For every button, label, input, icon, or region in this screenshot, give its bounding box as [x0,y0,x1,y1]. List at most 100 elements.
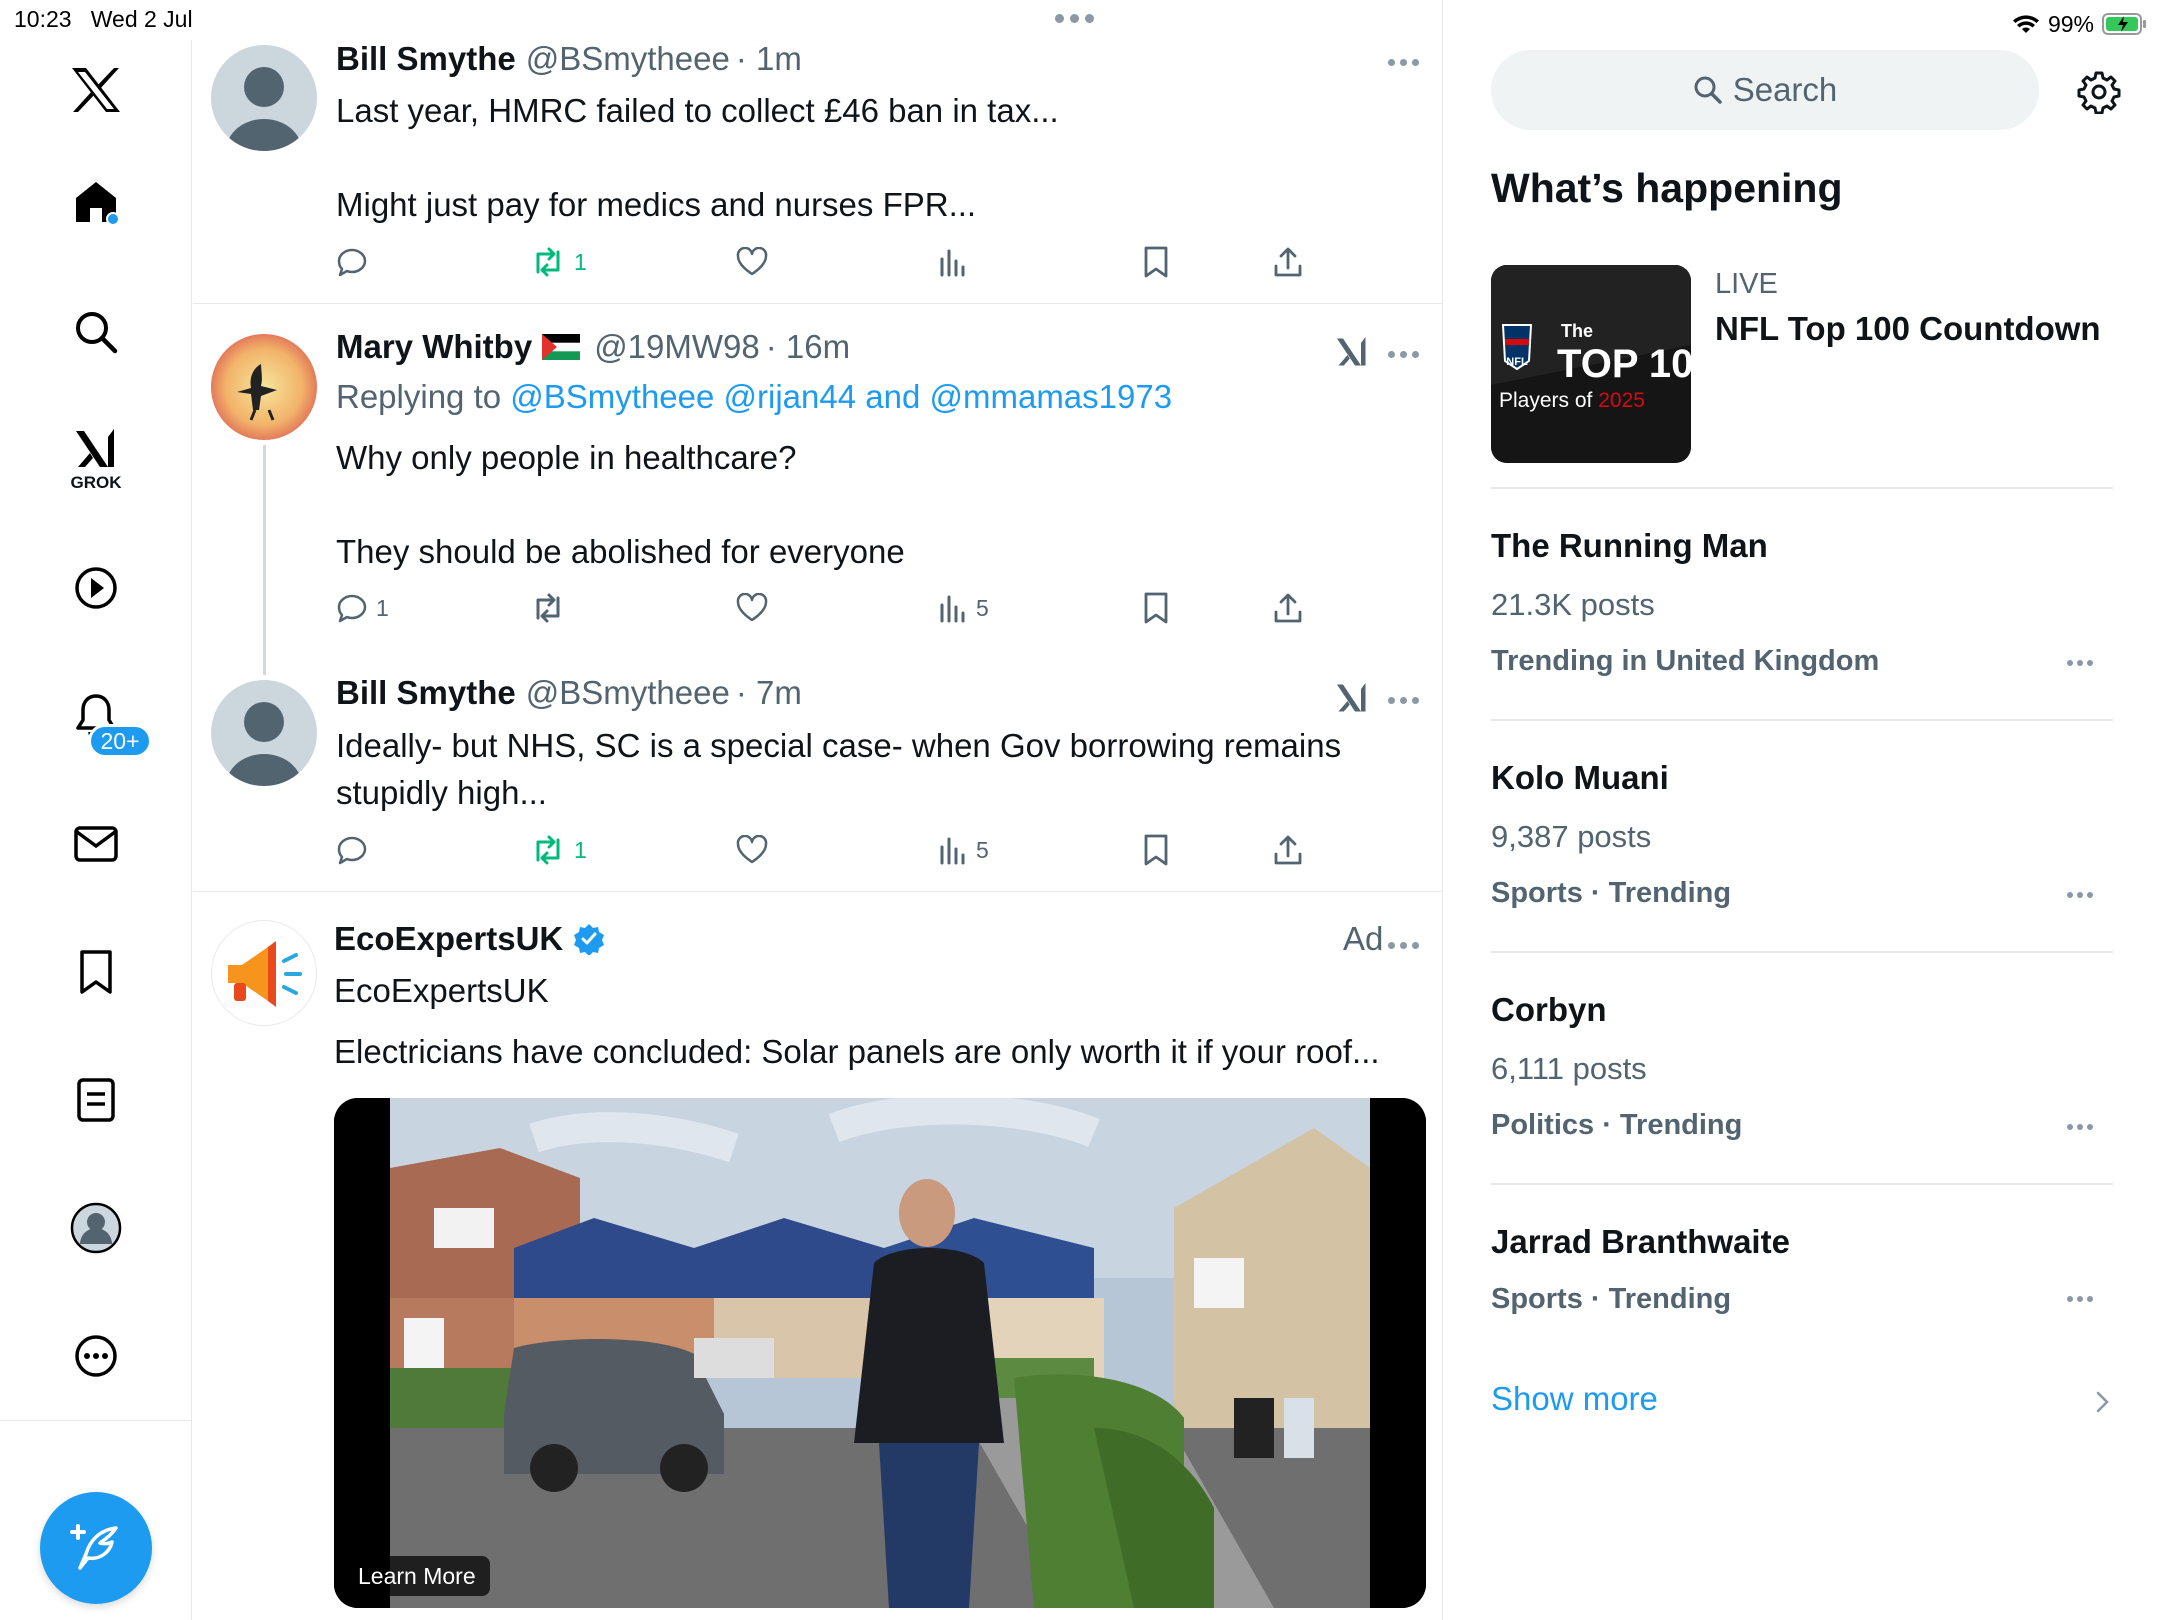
tweet-time[interactable]: · 7m [736,674,802,712]
more-dots-icon[interactable] [2067,1124,2097,1134]
ad-video-media[interactable]: Learn More [334,1098,1426,1608]
tweet-time[interactable]: · 1m [736,40,802,78]
author-name[interactable]: Bill Smythe [336,40,516,78]
repost-icon [536,593,560,623]
bookmark-icon [1144,834,1168,866]
lists-icon[interactable] [56,1060,136,1140]
views-count: 5 [976,594,989,621]
author-handle[interactable]: @19MW98 [594,328,760,366]
show-more-link[interactable]: Show more [1491,1380,1658,1418]
repost-icon [536,247,560,277]
share-button[interactable] [1272,830,1304,870]
repost-button[interactable]: 1 [530,242,587,282]
views-button[interactable]: 5 [938,830,989,870]
more-dots-icon[interactable] [1388,55,1424,69]
tweet-text: Electricians have concluded: Solar panel… [334,1028,1414,1075]
views-button[interactable]: 5 [938,588,989,628]
default-avatar-icon[interactable] [211,680,317,786]
grok-nav-item[interactable]: GROK [56,420,136,500]
views-chart-icon [940,837,965,865]
share-button[interactable] [1272,242,1304,282]
trend-item[interactable]: Kolo Muani 9,387 posts Sports · Trending [1491,759,2113,910]
learn-more-button[interactable]: Learn More [344,1556,490,1596]
messages-icon[interactable] [56,804,136,884]
bookmark-button[interactable] [1142,242,1170,282]
more-dots-icon[interactable] [2067,1296,2097,1306]
trend-item[interactable]: The Running Man 21.3K posts Trending in … [1491,527,2113,678]
tweet[interactable]: Bill Smythe @BSmytheee · 7m Ideally- but… [193,660,1442,892]
like-button[interactable] [736,588,768,628]
default-avatar-icon[interactable] [211,45,317,151]
trend-name: Corbyn [1491,991,1607,1028]
author-name[interactable]: Mary Whitby [336,328,532,366]
author-handle[interactable]: @BSmytheee [526,674,730,712]
divider [1491,951,2113,953]
tweet-text-line: Last year, HMRC failed to collect £46 ba… [336,92,1059,129]
like-button[interactable] [736,830,768,870]
whats-happening-heading: What’s happening [1491,165,1843,211]
more-dots-icon[interactable] [2067,660,2097,670]
views-button[interactable] [938,242,968,282]
trend-post-count: 9,387 posts [1491,819,1652,854]
bookmarks-nav-icon[interactable] [56,932,136,1012]
bookmark-icon [1144,592,1168,624]
author-name[interactable]: Bill Smythe [336,674,516,712]
video-street-scene [334,1098,1426,1608]
tweet-time[interactable]: · 16m [766,328,850,366]
tweet-text-line: Electricians have concluded: Solar panel… [334,1033,1380,1070]
reply-button[interactable] [336,242,368,282]
clock-date: Wed 2 Jul [90,6,193,32]
settings-gear-icon[interactable] [2077,70,2121,114]
author-name[interactable]: EcoExpertsUK [334,920,563,958]
tweet-header: EcoExpertsUK [334,920,605,958]
live-label: LIVE [1715,268,1778,300]
tweet-text-line: Might just pay for medics and nurses FPR… [336,186,977,223]
grok-explain-icon[interactable] [1334,334,1370,370]
repost-button[interactable] [530,588,566,628]
like-button[interactable] [736,242,768,282]
x-logo-icon[interactable] [56,50,136,130]
right-sidebar: Search What’s happening NFL The TOP 100 … [1444,0,2160,1620]
search-nav-icon[interactable] [56,292,136,372]
search-bar[interactable]: Search [1491,50,2039,130]
tweet-text: Ideally- but NHS, SC is a special case- … [336,722,1416,816]
more-dots-icon[interactable] [1388,938,1424,952]
reply-mentions-link[interactable]: @BSmytheee @rijan44 and @mmamas1973 [510,378,1172,415]
tweet-header: Bill Smythe @BSmytheee · 1m [336,40,802,78]
thread-connector-line [263,445,266,675]
trend-item[interactable]: Jarrad Branthwaite Sports · Trending [1491,1223,2113,1316]
reply-count: 1 [376,594,389,621]
tweet[interactable]: Bill Smythe @BSmytheee · 1m Last year, H… [193,0,1442,304]
more-options-icon[interactable] [56,1316,136,1396]
notifications-badge: 20+ [88,724,152,758]
profile-avatar-icon[interactable] [56,1188,136,1268]
bookmark-button[interactable] [1142,830,1170,870]
more-dots-icon[interactable] [1388,347,1424,361]
trend-context: Trending in United Kingdom [1491,645,1880,677]
reply-button[interactable] [336,830,368,870]
live-event-title[interactable]: NFL Top 100 Countdown [1715,310,2101,348]
bookmark-button[interactable] [1142,588,1170,628]
grok-explain-icon[interactable] [1334,680,1370,716]
share-icon [1274,593,1302,623]
heart-icon [736,835,768,864]
chevron-right-icon[interactable] [2094,1390,2110,1414]
trend-item[interactable]: Corbyn 6,111 posts Politics · Trending [1491,991,2113,1142]
more-dots-icon[interactable] [1388,693,1424,707]
avatar[interactable] [211,334,317,440]
compose-post-button[interactable] [40,1492,152,1604]
tweet-text: Last year, HMRC failed to collect £46 ba… [336,87,1416,228]
grok-label: GROK [70,473,122,492]
video-icon[interactable] [56,548,136,628]
reply-button[interactable]: 1 [336,588,389,628]
tweet-actions: 1 [336,242,1386,282]
author-handle[interactable]: @BSmytheee [526,40,730,78]
share-button[interactable] [1272,588,1304,628]
more-dots-icon[interactable] [2067,892,2097,902]
home-icon[interactable] [56,162,136,242]
search-placeholder: Search [1732,71,1838,108]
megaphone-icon[interactable] [211,920,317,1026]
repost-button[interactable]: 1 [530,830,587,870]
author-handle[interactable]: EcoExpertsUK [334,972,549,1010]
tweet-text-line [336,134,1416,181]
